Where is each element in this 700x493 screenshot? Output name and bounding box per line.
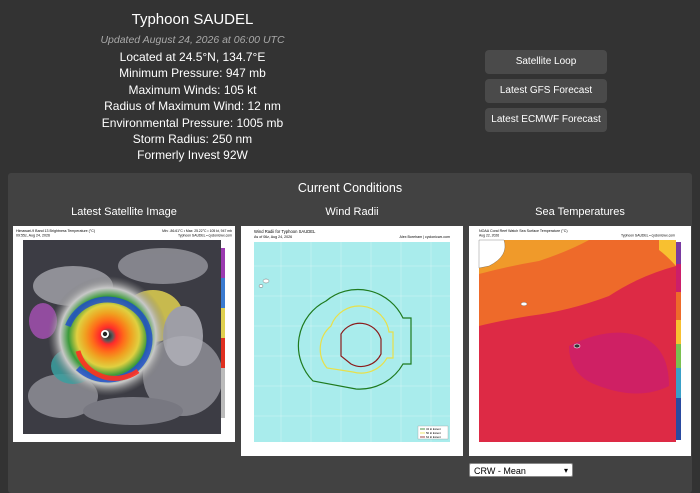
min-pressure: Minimum Pressure: 947 mb: [119, 66, 266, 81]
ecmwf-forecast-button[interactable]: Latest ECMWF Forecast: [485, 108, 607, 132]
radius-max-wind: Radius of Maximum Wind: 12 nm: [104, 99, 281, 114]
wind-map-ocean: [254, 242, 450, 442]
wind-header-left2: As of 06z, Aug 24, 2026: [254, 235, 292, 239]
chevron-down-icon: ▾: [563, 466, 568, 475]
satellite-header-right2: Typhoon SAUDEL • cyclonicwx.com: [178, 234, 232, 238]
storm-location: Located at 24.5°N, 134.7°E: [119, 50, 266, 64]
satellite-image-title: Latest Satellite Image: [71, 206, 177, 218]
sea-temperatures-title: Sea Temperatures: [535, 206, 625, 218]
sst-header-right: Typhoon SAUDEL • cyclonicwx.com: [621, 234, 675, 238]
sea-temperatures-image[interactable]: NOAA Coral Reef Watch Sea Surface Temper…: [469, 226, 691, 456]
satellite-image[interactable]: Himawari-9 Band 13 Brightness Temperatur…: [13, 226, 235, 442]
satellite-header-left: Himawari-9 Band 13 Brightness Temperatur…: [16, 229, 95, 233]
sst-header-left2: Aug 22, 2026: [479, 234, 499, 238]
legend-64kt: 64 kt Extent: [426, 435, 441, 439]
wind-radii-title: Wind Radii: [325, 206, 379, 218]
storm-radius: Storm Radius: 250 nm: [132, 132, 253, 147]
formerly-invest: Formerly Invest 92W: [137, 148, 248, 163]
storm-title: Typhoon SAUDEL: [131, 11, 254, 28]
sst-dataset-value: CRW - Mean: [474, 466, 526, 476]
sst-header-left: NOAA Coral Reef Watch Sea Surface Temper…: [479, 229, 568, 233]
wind-header-left: Wind Radii for Typhoon SAUDEL: [254, 229, 316, 234]
max-winds: Maximum Winds: 105 kt: [128, 82, 257, 97]
sst-dataset-select[interactable]: CRW - Mean ▾: [469, 463, 573, 477]
current-conditions-heading: Current Conditions: [297, 181, 403, 195]
satellite-header-left2: 09:55z, Aug 24, 2026: [16, 234, 50, 238]
storm-info: Typhoon SAUDEL Updated August 24, 2026 a…: [60, 10, 325, 164]
satellite-loop-button[interactable]: Satellite Loop: [485, 50, 607, 74]
satellite-header-right: Min: -86.61°C • Max: 25.22°C • 105 kt, 9…: [162, 229, 232, 233]
wind-radii-image[interactable]: Wind Radii for Typhoon SAUDEL As of 06z,…: [241, 226, 463, 456]
wind-header-right: Alex Boreham | cyclonicwx.com: [400, 235, 450, 239]
updated-timestamp: Updated August 24, 2026 at 06:00 UTC: [100, 34, 285, 46]
gfs-forecast-button[interactable]: Latest GFS Forecast: [485, 79, 607, 103]
env-pressure: Environmental Pressure: 1005 mb: [101, 115, 284, 130]
